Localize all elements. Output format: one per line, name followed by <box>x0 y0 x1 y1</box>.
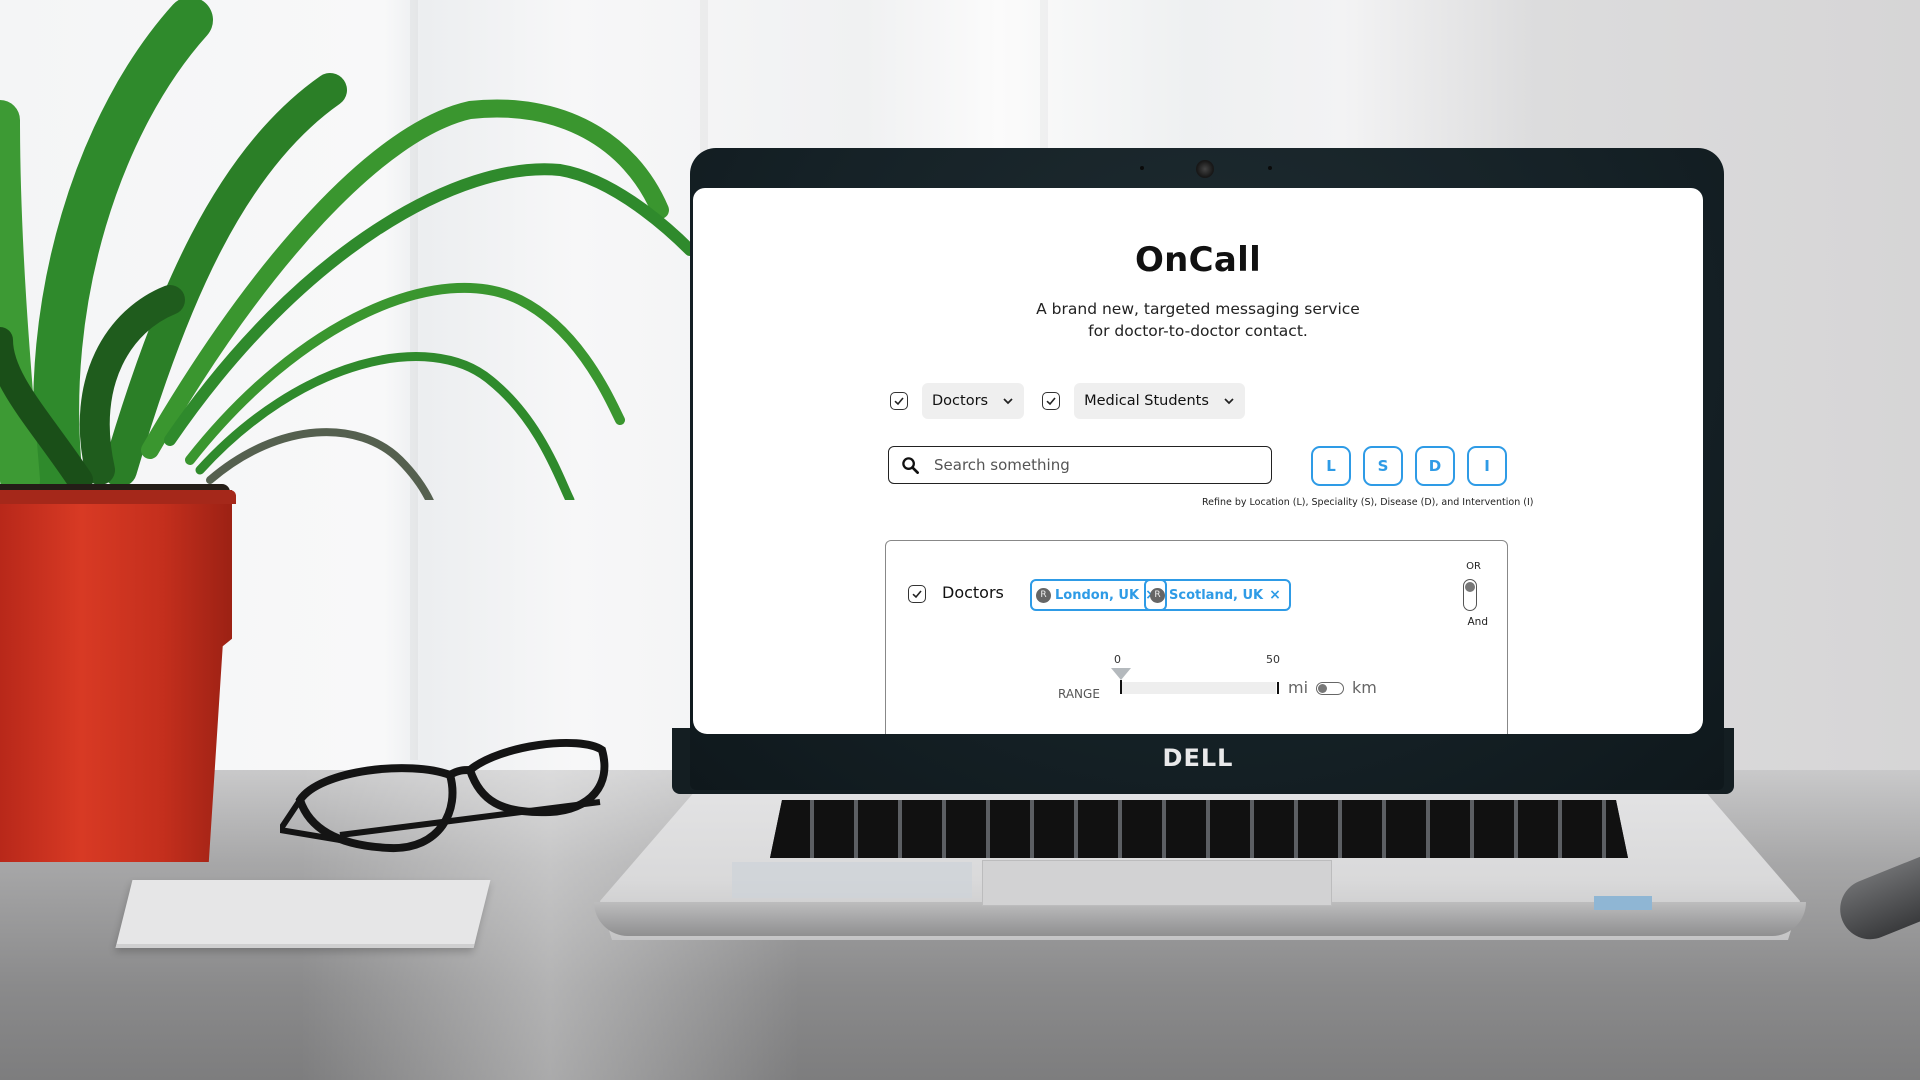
app-title: OnCall <box>1134 240 1262 280</box>
laptop-sticker <box>1594 896 1652 910</box>
unit-toggle[interactable] <box>1316 682 1344 695</box>
audience-filters: Doctors Medical Students <box>890 383 1245 419</box>
chip-badge-icon: R <box>1150 587 1165 603</box>
toggle-knob <box>1318 684 1327 693</box>
camera-sensor-dot <box>1268 166 1272 170</box>
laptop-sticker <box>732 862 972 898</box>
medical-students-checkbox[interactable] <box>1042 392 1061 410</box>
toggle-knob <box>1465 582 1475 592</box>
chip-label: Scotland, UK <box>1169 587 1264 603</box>
location-chip[interactable]: R Scotland, UK × <box>1144 579 1291 611</box>
range-track-end <box>1277 682 1279 694</box>
red-flower-pot <box>0 490 232 862</box>
refine-hint-text: Refine by Location (L), Speciality (S), … <box>1202 497 1534 508</box>
close-icon[interactable]: × <box>1269 587 1281 603</box>
checkmark-icon <box>894 397 904 406</box>
range-label: RANGE <box>1058 687 1100 701</box>
subtitle-line-2: for doctor-to-doctor contact. <box>1088 322 1308 340</box>
logic-and-label: And <box>1467 616 1488 628</box>
laptop-trackpad <box>982 860 1332 906</box>
oncall-app: OnCall A brand new, targeted messaging s… <box>693 188 1703 734</box>
laptop-brand-logo: DELL <box>1162 744 1234 772</box>
logic-or-label: OR <box>1466 561 1481 572</box>
checkmark-icon <box>912 590 922 599</box>
notepad <box>115 880 491 948</box>
laptop-screen: OnCall A brand new, targeted messaging s… <box>693 188 1703 734</box>
chevron-down-icon <box>1003 398 1013 405</box>
unit-mi-label: mi <box>1288 678 1309 697</box>
range-slider-track[interactable] <box>1122 682 1276 694</box>
refine-intervention-button[interactable]: I <box>1467 446 1507 486</box>
panel-doctors-checkbox[interactable] <box>908 585 926 603</box>
eyeglasses <box>280 738 609 853</box>
doctors-filter-panel: Doctors R London, UK × R Scotland, UK × … <box>885 540 1508 734</box>
doctors-dropdown[interactable]: Doctors <box>922 383 1025 419</box>
chip-badge-icon: R <box>1036 587 1051 603</box>
subtitle-line-1: A brand new, targeted messaging service <box>1036 300 1360 318</box>
range-slider-handle[interactable] <box>1111 668 1131 680</box>
medical-students-dropdown-label: Medical Students <box>1084 393 1209 409</box>
panel-group-label: Doctors <box>942 583 1004 602</box>
chip-label: London, UK <box>1055 587 1140 603</box>
chevron-down-icon <box>1224 398 1234 405</box>
camera-sensor-dot <box>1140 166 1144 170</box>
search-input[interactable] <box>932 455 1236 475</box>
search-icon <box>902 456 919 474</box>
range-min-label: 0 <box>1114 653 1121 666</box>
plant-leaves <box>0 0 696 500</box>
unit-km-label: km <box>1352 678 1377 697</box>
checkmark-icon <box>1046 397 1056 406</box>
refine-buttons: L S D I <box>1311 446 1519 486</box>
range-track-start <box>1120 680 1122 694</box>
doctors-checkbox[interactable] <box>890 392 908 410</box>
or-and-toggle[interactable] <box>1463 579 1477 611</box>
webcam-icon <box>1196 160 1214 178</box>
search-box <box>888 446 1272 484</box>
pot-rim <box>0 490 236 504</box>
refine-speciality-button[interactable]: S <box>1363 446 1403 486</box>
laptop-keyboard <box>770 800 1628 858</box>
refine-disease-button[interactable]: D <box>1415 446 1455 486</box>
medical-students-dropdown[interactable]: Medical Students <box>1074 383 1245 419</box>
app-subtitle: A brand new, targeted messaging service … <box>693 298 1703 342</box>
range-max-label: 50 <box>1266 653 1280 666</box>
refine-location-button[interactable]: L <box>1311 446 1351 486</box>
doctors-dropdown-label: Doctors <box>932 393 989 409</box>
